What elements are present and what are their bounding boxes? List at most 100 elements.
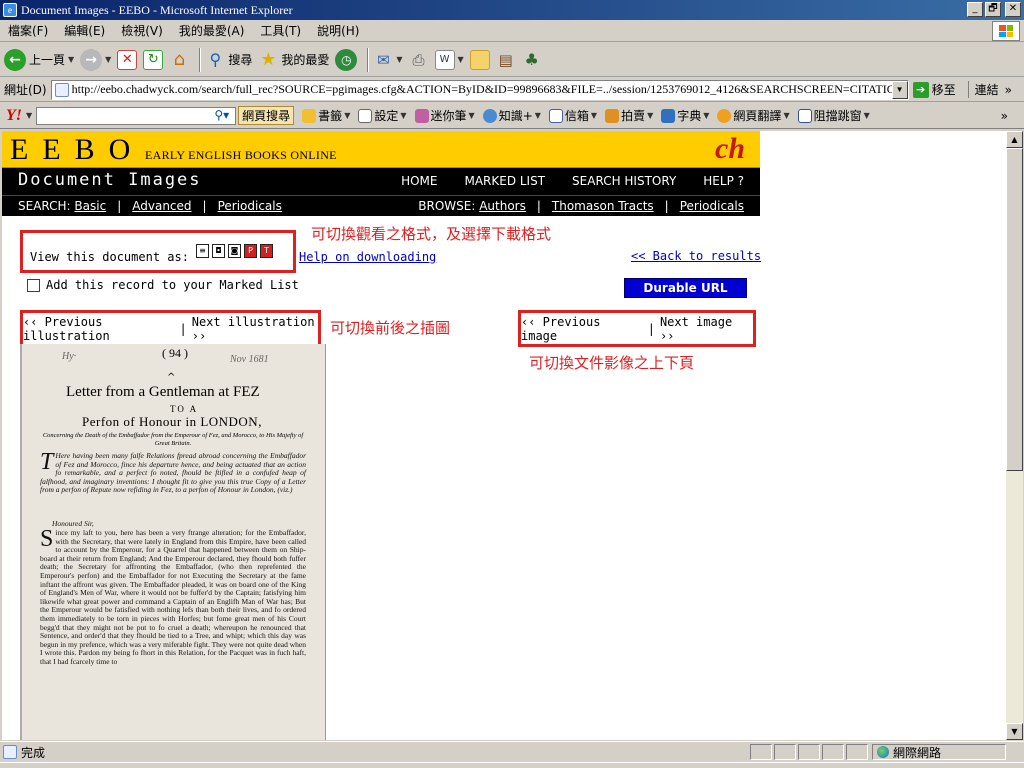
marked-list-label: Add this record to your Marked List bbox=[46, 278, 299, 292]
stop-icon: ✕ bbox=[117, 49, 138, 70]
status-text: 完成 bbox=[21, 745, 46, 760]
back-arrow-icon: ← bbox=[4, 48, 26, 71]
word-icon: W bbox=[434, 49, 455, 70]
next-image-link[interactable]: Next image ›› bbox=[660, 315, 753, 343]
yahoo-logo[interactable]: Y! bbox=[6, 107, 22, 125]
scroll-thumb[interactable] bbox=[1006, 148, 1023, 471]
go-button[interactable]: ➔ 移至 bbox=[912, 81, 956, 98]
auction-icon bbox=[605, 108, 620, 123]
yahoo-translate[interactable]: 網頁翻譯 ▼ bbox=[717, 107, 790, 124]
forward-button[interactable]: → ▼ bbox=[80, 48, 111, 71]
maximize-button[interactable]: 🗗 bbox=[985, 2, 1001, 17]
messenger-button[interactable]: ♣ bbox=[522, 50, 542, 70]
refresh-button[interactable]: ↻ bbox=[143, 49, 164, 70]
marked-list-option[interactable]: Add this record to your Marked List bbox=[27, 278, 299, 292]
browse-authors-link[interactable]: Authors bbox=[479, 199, 526, 213]
pen-icon bbox=[414, 108, 429, 123]
links-more-button[interactable]: » bbox=[1005, 83, 1012, 97]
back-button[interactable]: ← 上一頁 ▼ bbox=[4, 48, 74, 71]
address-input[interactable]: http://eebo.chadwyck.com/search/full_rec… bbox=[50, 79, 909, 100]
favorites-button[interactable]: ★ 我的最愛 bbox=[258, 49, 329, 70]
yahoo-pen[interactable]: 迷你筆 ▼ bbox=[414, 107, 475, 124]
menu-tools[interactable]: 工具(T) bbox=[252, 22, 309, 39]
previous-image-link[interactable]: ‹‹ Previous image bbox=[521, 315, 643, 343]
yahoo-more-button[interactable]: » bbox=[1001, 109, 1008, 123]
menu-bar: 檔案(F) 編輯(E) 檢視(V) 我的最愛(A) 工具(T) 說明(H) bbox=[0, 20, 1024, 42]
back-to-results-link[interactable]: << Back to results bbox=[631, 249, 761, 263]
gif-view-icon[interactable]: ◘ bbox=[212, 244, 225, 258]
mail-button[interactable]: ✉ ▼ bbox=[373, 50, 402, 70]
page-done-icon bbox=[3, 745, 17, 759]
minimize-button[interactable]: _ bbox=[967, 2, 983, 17]
durable-url-button[interactable]: Durable URL bbox=[624, 278, 747, 298]
text-view-icon[interactable]: ≡ bbox=[196, 244, 209, 258]
eebo-subtitle: EARLY ENGLISH BOOKS ONLINE bbox=[145, 148, 337, 162]
nav-search-history[interactable]: SEARCH HISTORY bbox=[572, 174, 676, 188]
close-button[interactable]: ✕ bbox=[1005, 2, 1021, 17]
stop-button[interactable]: ✕ bbox=[117, 49, 138, 70]
nav-marked-list[interactable]: MARKED LIST bbox=[464, 174, 545, 188]
yahoo-mail[interactable]: 信箱 ▼ bbox=[548, 107, 597, 124]
home-button[interactable]: ⌂ bbox=[169, 49, 189, 70]
search-icon: ⚲ bbox=[209, 50, 222, 69]
browse-thomason-link[interactable]: Thomason Tracts bbox=[552, 199, 654, 213]
menu-edit[interactable]: 編輯(E) bbox=[56, 22, 113, 39]
yahoo-knowledge[interactable]: 知識+ ▼ bbox=[482, 107, 541, 124]
next-illustration-link[interactable]: Next illustration ›› bbox=[192, 315, 318, 343]
menu-view[interactable]: 檢視(V) bbox=[113, 22, 171, 39]
vertical-scrollbar[interactable]: ▲ ▼ bbox=[1006, 131, 1023, 740]
search-button[interactable]: ⚲ 搜尋 bbox=[205, 50, 252, 70]
marked-list-checkbox[interactable] bbox=[27, 278, 40, 292]
search-label: 搜尋 bbox=[228, 53, 253, 67]
folder-button[interactable] bbox=[469, 49, 490, 70]
yahoo-search-input[interactable]: ⚲▾ bbox=[36, 106, 237, 125]
history-icon: ◷ bbox=[335, 48, 358, 71]
messenger-icon: ♣ bbox=[524, 50, 539, 69]
history-button[interactable]: ◷ bbox=[335, 48, 358, 71]
yahoo-bookmarks[interactable]: 書籤 ▼ bbox=[302, 107, 350, 124]
scan-page-number: ( 94 ) bbox=[162, 346, 188, 360]
title-bar: e Document Images - EEBO - Microsoft Int… bbox=[0, 0, 1024, 20]
yahoo-auction[interactable]: 拍賣 ▼ bbox=[605, 107, 653, 124]
yahoo-settings[interactable]: 設定 ▼ bbox=[358, 107, 407, 124]
menu-help[interactable]: 說明(H) bbox=[309, 22, 367, 39]
scan-title: Letter from a Gentleman at FEZ bbox=[66, 384, 260, 400]
window-title: Document Images - EEBO - Microsoft Inter… bbox=[21, 2, 293, 17]
handwritten-note: Hy· bbox=[62, 351, 77, 362]
pdf-download-icon[interactable]: P bbox=[244, 244, 257, 258]
eebo-logo[interactable]: EEBO bbox=[10, 131, 144, 169]
links-button[interactable]: 連結 bbox=[967, 81, 999, 98]
help-downloading-link[interactable]: Help on downloading bbox=[299, 250, 436, 264]
search-label: SEARCH: bbox=[18, 199, 71, 213]
ie-icon: e bbox=[3, 3, 17, 17]
scroll-up-button[interactable]: ▲ bbox=[1006, 131, 1023, 148]
print-button[interactable]: ⎙ bbox=[409, 50, 429, 70]
yahoo-popup-blocker[interactable]: 阻擋跳窗 ▼ bbox=[797, 107, 870, 124]
edit-button[interactable]: W ▼ bbox=[434, 49, 464, 70]
menu-file[interactable]: 檔案(F) bbox=[0, 22, 56, 39]
nav-help[interactable]: HELP ? bbox=[703, 174, 744, 188]
search-periodicals-link[interactable]: Periodicals bbox=[218, 199, 282, 213]
scan-subtitle: Perfon of Honour in LONDON, bbox=[82, 414, 262, 429]
knowledge-icon bbox=[482, 108, 497, 123]
search-basic-link[interactable]: Basic bbox=[74, 199, 106, 213]
address-dropdown-button[interactable]: ▼ bbox=[891, 80, 908, 99]
dropdown-arrow-icon: ▼ bbox=[457, 55, 464, 64]
search-advanced-link[interactable]: Advanced bbox=[132, 199, 191, 213]
browse-periodicals-link[interactable]: Periodicals bbox=[680, 199, 744, 213]
camera-view-icon[interactable]: ◙ bbox=[228, 244, 241, 258]
handwritten-date: Nov 1681 bbox=[230, 354, 269, 365]
previous-illustration-link[interactable]: ‹‹ Previous illustration bbox=[23, 315, 175, 343]
menu-favorites[interactable]: 我的最愛(A) bbox=[171, 22, 253, 39]
eebo-header: EEBO EARLY ENGLISH BOOKS ONLINE ch bbox=[2, 131, 760, 168]
go-label: 移至 bbox=[931, 83, 956, 97]
bookmark-icon bbox=[302, 108, 317, 123]
scroll-down-button[interactable]: ▼ bbox=[1006, 723, 1023, 740]
yahoo-dictionary[interactable]: 字典 ▼ bbox=[661, 107, 709, 124]
nav-home[interactable]: HOME bbox=[401, 174, 437, 188]
tiff-download-icon[interactable]: T bbox=[260, 244, 273, 258]
image-nav-box: ‹‹ Previous image | Next image ›› bbox=[518, 310, 756, 347]
web-search-button[interactable]: 網頁搜尋 bbox=[238, 106, 295, 125]
research-button[interactable]: ▤ bbox=[496, 50, 516, 70]
scan-concerning: Concerning the Death of the Embaffador f… bbox=[42, 432, 304, 447]
